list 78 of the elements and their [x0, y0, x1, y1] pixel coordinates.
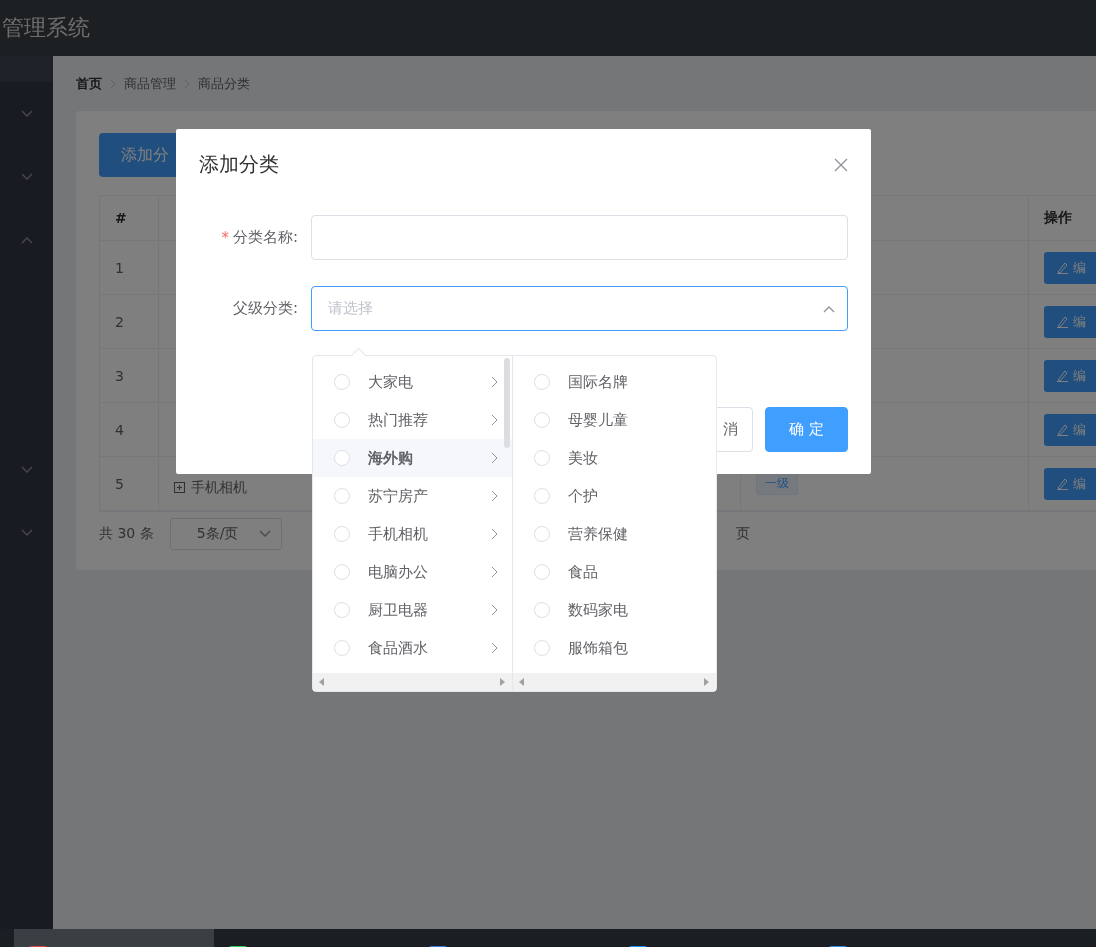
category-name: 手机相机 [191, 478, 247, 497]
scroll-right-icon[interactable] [500, 678, 506, 686]
radio[interactable] [334, 564, 350, 580]
required-mark: * [221, 228, 229, 247]
radio[interactable] [334, 488, 350, 504]
chevron-icon [20, 172, 33, 181]
scroll-left-icon[interactable] [519, 678, 525, 686]
input-field[interactable] [311, 215, 848, 260]
chevron-icon [20, 528, 33, 537]
table-cell: 3 [100, 349, 159, 402]
table-cell: 1 [100, 241, 159, 294]
pencil-icon [1056, 261, 1069, 274]
radio[interactable] [534, 450, 550, 466]
breadcrumb-link[interactable]: 首页 [76, 75, 102, 93]
radio[interactable] [334, 640, 350, 656]
table-cell: 4 [100, 403, 159, 456]
radio[interactable] [334, 412, 350, 428]
radio[interactable] [334, 374, 350, 390]
page-suffix: 页 [735, 525, 750, 543]
cascader-option[interactable]: 母婴儿童 [513, 401, 716, 439]
radio[interactable] [534, 488, 550, 504]
radio[interactable] [534, 640, 550, 656]
field-label: 父级分类: [232, 299, 298, 318]
pencil-icon [1056, 477, 1069, 490]
cascader-option[interactable]: 手机相机 [313, 515, 512, 553]
table-cell: 2 [100, 295, 159, 348]
scrollbar-thumb[interactable] [504, 358, 510, 448]
cascader-option[interactable]: 美妆 [513, 439, 716, 477]
radio[interactable] [534, 412, 550, 428]
cascader-option[interactable]: 热门推荐 [313, 401, 512, 439]
chevron-right-icon [491, 376, 498, 388]
cascader-option[interactable]: 个护 [513, 477, 716, 515]
radio[interactable] [534, 602, 550, 618]
cascader-option[interactable]: 厨卫电器 [313, 591, 512, 629]
radio[interactable] [334, 526, 350, 542]
chevron-icon [258, 530, 271, 538]
chevron-icon [823, 304, 835, 313]
pencil-icon [1056, 369, 1069, 382]
chevron-icon [20, 465, 33, 474]
radio[interactable] [334, 602, 350, 618]
column-header: # [100, 196, 159, 240]
radio[interactable] [534, 374, 550, 390]
total-count: 共 30 条 [99, 525, 154, 543]
chevron-right-icon [491, 452, 498, 464]
close-button[interactable] [834, 157, 848, 172]
page-size-select[interactable]: 5条/页 [169, 518, 282, 550]
app-title: 管理系统 [2, 14, 90, 42]
cascader-option[interactable]: 国际名牌 [513, 363, 716, 401]
column-header: 操作 [1029, 196, 1096, 240]
scroll-left-icon[interactable] [319, 678, 325, 686]
chevron-icon [20, 109, 33, 118]
chevron-right-icon [491, 528, 498, 540]
cascader-option[interactable]: 大家电 [313, 363, 512, 401]
radio[interactable] [534, 564, 550, 580]
level-tag: 一级 [756, 472, 798, 495]
chevron-right-icon [491, 642, 498, 654]
chevron-right-icon [491, 414, 498, 426]
table-cell: 5 [100, 457, 159, 510]
radio[interactable] [334, 450, 350, 466]
chevron-right-icon [491, 566, 498, 578]
cascader-option[interactable]: 营养保健 [513, 515, 716, 553]
cascader-option[interactable]: 食品酒水 [313, 629, 512, 667]
cascader-option[interactable]: 食品 [513, 553, 716, 591]
chevron-right-icon [491, 490, 498, 502]
cascader-option[interactable]: 数码家电 [513, 591, 716, 629]
chevron-right-icon [491, 604, 498, 616]
cascader-option[interactable]: 苏宁房产 [313, 477, 512, 515]
cascader-option[interactable]: 电脑办公 [313, 553, 512, 591]
scroll-right-icon[interactable] [704, 678, 710, 686]
dialog-title: 添加分类 [199, 151, 279, 178]
pencil-icon [1056, 315, 1069, 328]
expand-icon[interactable] [174, 482, 185, 493]
pencil-icon [1056, 423, 1069, 436]
field-label: 分类名称: [232, 228, 298, 247]
radio[interactable] [534, 526, 550, 542]
cascader-option[interactable]: 服饰箱包 [513, 629, 716, 667]
chevron-icon [20, 235, 33, 244]
cascader-option[interactable]: 海外购 [313, 439, 512, 477]
